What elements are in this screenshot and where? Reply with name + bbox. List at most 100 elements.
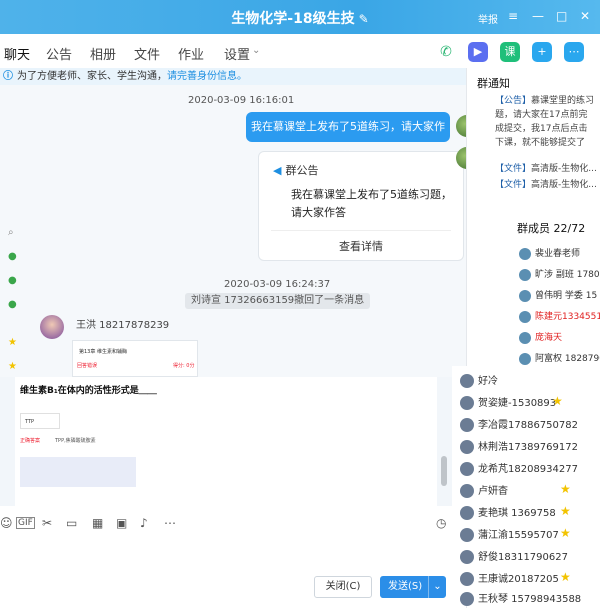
info-icon: ⓘ <box>3 71 13 82</box>
folder-icon[interactable]: ▭ <box>66 516 77 530</box>
image-icon[interactable]: ▣ <box>116 516 127 530</box>
member-name: 蒲江渝15595707 <box>478 530 559 541</box>
timestamp: 2020-03-09 16:24:37 <box>224 279 331 290</box>
video-icon[interactable]: ▶ <box>468 42 488 62</box>
member-item[interactable]: 贺姿婕-1530893 <box>460 394 556 410</box>
member-item[interactable]: 舒俊18311790627 <box>460 548 568 564</box>
maximize-button[interactable]: □ <box>556 9 567 23</box>
gif-icon[interactable]: GIF <box>16 517 35 529</box>
member-item[interactable]: 林荆浩17389769172 <box>460 438 578 454</box>
tab-homework[interactable]: 作业 <box>178 44 204 63</box>
notice-item[interactable]: 【文件】高清版-生物化... <box>495 178 600 192</box>
tab-files[interactable]: 文件 <box>134 44 160 63</box>
member-name: 曾伟明 学委 15 <box>535 291 598 301</box>
input-toolbar: ☺ GIF ✂ ▭ ▦ ▣ ♪ ⋯ ◷ <box>0 506 466 538</box>
tab-chat[interactable]: 聊天 <box>4 44 31 72</box>
star-icon: ★ <box>8 361 17 372</box>
more-icon[interactable]: ⋯ <box>564 42 584 62</box>
member-item[interactable]: 王秋琴 15798943588 <box>460 590 581 606</box>
member-item[interactable]: 好冷 <box>460 372 498 388</box>
pin-icon[interactable]: ≡ <box>508 9 518 23</box>
member-item[interactable]: 陈建元13345515 <box>519 309 600 325</box>
notice-tag: 【文件】 <box>495 164 532 174</box>
question-image[interactable]: 维生素B₁在体内的活性形式是＿＿ TTP 正确答案 TPP,焦磷酸硫胺素 <box>15 377 437 506</box>
image-message[interactable]: 第13章 维生素和辅酶 回答错误 得分: 0分 <box>72 340 198 377</box>
tab-announcement[interactable]: 公告 <box>46 44 72 63</box>
image-row-wrong: 回答错误 <box>77 363 98 369</box>
sender-avatar[interactable] <box>40 315 64 339</box>
search-icon[interactable]: ⌕ <box>8 227 14 238</box>
member-item[interactable]: 王康诚20187205 <box>460 570 559 586</box>
member-name: 裴业春老师 <box>535 249 581 259</box>
bell-icon[interactable]: ♪ <box>140 516 148 530</box>
member-list: 好冷 贺姿婕-1530893 ★ 李冶霞17886750782 林荆浩17389… <box>452 366 582 606</box>
scissors-icon[interactable]: ✂ <box>42 516 52 530</box>
star-icon: ★ <box>8 337 17 348</box>
user-icon: ● <box>8 299 17 310</box>
send-button[interactable]: 发送(S) ⌄ <box>380 576 446 598</box>
announcement-card[interactable]: ◀ 群公告 我在慕课堂上发布了5道练习题，请大家作答 查看详情 <box>258 151 464 261</box>
member-item[interactable]: 龙希芃18208934277 <box>460 460 578 476</box>
member-name: 阿富权 18287900 <box>535 354 600 364</box>
report-button[interactable]: 举报 <box>478 11 498 26</box>
complete-info-link[interactable]: 请完善身份信息。 <box>167 71 247 82</box>
notice-item[interactable]: 【公告】慕课堂里的练习题，请大家在17点前完成提交，我17点后点击下课，就不能够… <box>495 94 595 150</box>
member-item[interactable]: 旷涉 副班 17800 <box>519 267 600 283</box>
avatar <box>519 331 531 344</box>
member-item[interactable]: 蒲江渝15595707 <box>460 526 559 542</box>
member-item[interactable]: 庞海天 <box>519 330 562 346</box>
star-icon: ★ <box>560 526 571 540</box>
recall-notice: 刘诗宣 17326663159撤回了一条消息 <box>185 293 371 309</box>
view-details-link[interactable]: 查看详情 <box>259 238 463 254</box>
star-icon: ★ <box>560 504 571 518</box>
title-bar: 生物化学-18级生技 ✎ 举报 ≡ — □ ✕ <box>0 0 600 34</box>
avatar <box>460 374 474 388</box>
member-item[interactable]: 阿富权 18287900 <box>519 351 600 367</box>
chevron-down-icon[interactable]: ⌄ <box>252 45 260 56</box>
avatar <box>460 462 474 476</box>
more-options-icon[interactable]: ⋯ <box>164 516 176 530</box>
member-item[interactable]: 麦艳琪 1369758 <box>460 504 556 520</box>
edit-icon[interactable]: ✎ <box>359 12 369 26</box>
member-item[interactable]: 曾伟明 学委 15 <box>519 288 597 304</box>
history-icon[interactable]: ◷ <box>436 516 446 530</box>
notice-item[interactable]: 【文件】高清版-生物化... <box>495 162 600 176</box>
member-name: 林荆浩17389769172 <box>478 442 578 453</box>
avatar <box>460 592 474 606</box>
member-item[interactable]: 裴业春老师 <box>519 246 580 262</box>
minimize-button[interactable]: — <box>532 9 544 23</box>
phone-icon[interactable]: ✆ <box>436 42 456 62</box>
tab-album[interactable]: 相册 <box>90 44 116 63</box>
avatar <box>460 484 474 498</box>
grid-icon[interactable]: ▦ <box>92 516 103 530</box>
member-name: 卢妍杳 <box>478 486 508 497</box>
question-text: 维生素B₁在体内的活性形式是＿＿ <box>20 386 157 396</box>
close-chat-button[interactable]: 关闭(C) <box>314 576 372 598</box>
scrollbar[interactable] <box>441 456 447 486</box>
avatar[interactable] <box>456 115 466 137</box>
avatar <box>519 247 531 260</box>
notice-tag: 【公告】 <box>495 96 532 106</box>
close-button[interactable]: ✕ <box>580 9 590 23</box>
notice-text: 高清版-生物化... <box>531 180 597 190</box>
member-item[interactable]: 李冶霞17886750782 <box>460 416 578 432</box>
avatar <box>460 528 474 542</box>
avatar <box>460 506 474 520</box>
emoji-icon[interactable]: ☺ <box>0 516 13 530</box>
star-icon: ★ <box>560 482 571 496</box>
star-icon: ★ <box>560 570 571 584</box>
avatar <box>519 310 531 323</box>
send-dropdown-icon[interactable]: ⌄ <box>428 576 446 598</box>
member-item[interactable]: 卢妍杳 <box>460 482 508 498</box>
left-floating-icons: ⌕ ● ● ● ★ ★ <box>0 185 30 372</box>
group-notice-title: 群通知 <box>477 77 510 90</box>
message-icon[interactable]: + <box>532 42 552 62</box>
avatar <box>460 572 474 586</box>
timestamp: 2020-03-09 16:16:01 <box>188 95 295 106</box>
tab-settings[interactable]: 设置 <box>224 44 250 63</box>
member-name: 舒俊18311790627 <box>478 552 568 563</box>
class-icon[interactable]: 课 <box>500 42 520 62</box>
avatar <box>460 418 474 432</box>
self-message-bubble[interactable]: 我在慕课堂上发布了5道练习，请大家作答 <box>246 112 450 163</box>
announcement-header: ◀ 群公告 <box>273 162 318 178</box>
